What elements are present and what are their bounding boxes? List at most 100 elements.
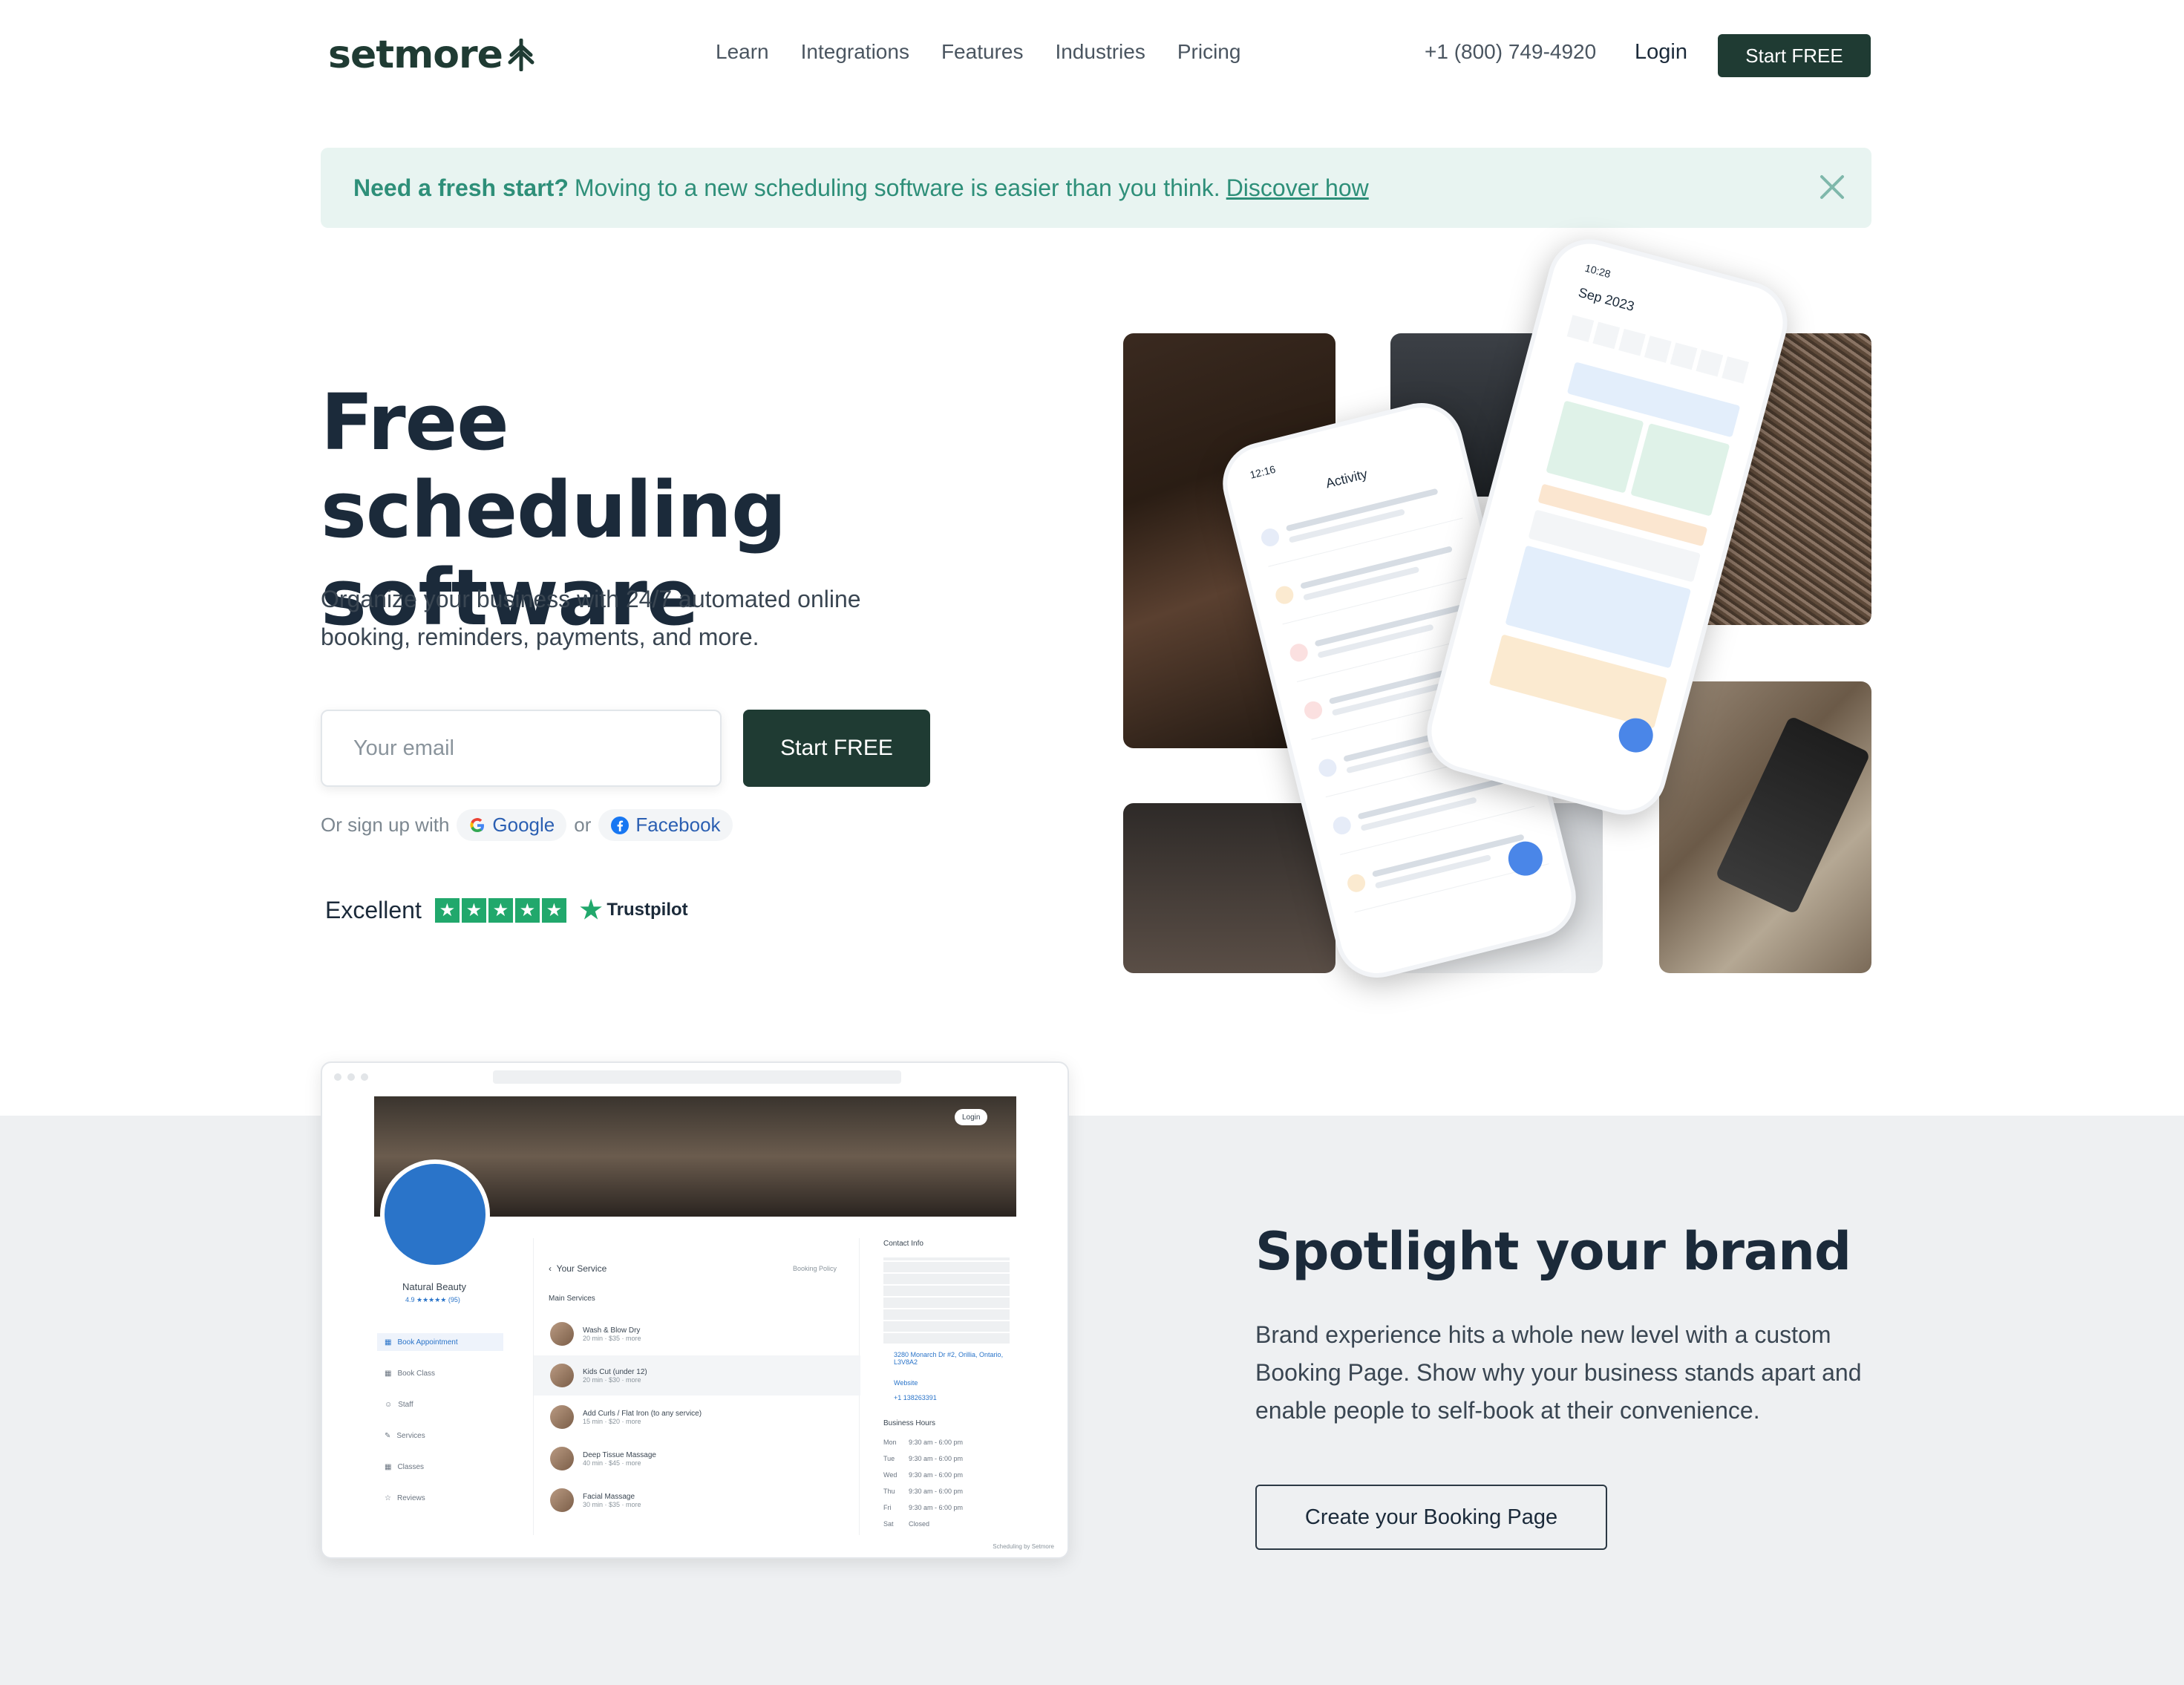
service-item[interactable]: Kids Cut (under 12) 20 min · $30 · more [534, 1355, 860, 1396]
service-name: Deep Tissue Massage [583, 1450, 656, 1459]
spotlight-text: Brand experience hits a whole new level … [1255, 1321, 1862, 1424]
star-icon: ★ [488, 897, 513, 923]
nav-link-industries[interactable]: Industries [1055, 40, 1145, 64]
service-item[interactable]: Facial Massage 30 min · $35 · more [534, 1480, 860, 1520]
trustpilot-label: Trustpilot [607, 900, 688, 920]
service-avatar [550, 1405, 574, 1429]
hours-time: 9:30 am - 6:00 pm [909, 1439, 964, 1446]
trustpilot-rating[interactable]: Excellent ★ ★ ★ ★ ★ ★ Trustpilot [325, 895, 688, 925]
spotlight-title: Spotlight your brand [1255, 1221, 1851, 1282]
hero-start-free-button[interactable]: Start FREE [743, 710, 930, 787]
sidebar-item-staff[interactable]: ☺ Staff [377, 1396, 503, 1413]
nav-start-free-button[interactable]: Start FREE [1718, 34, 1871, 77]
sidebar-label: Book Class [397, 1369, 436, 1378]
service-meta: 30 min · $35 · more [583, 1500, 641, 1508]
login-link[interactable]: Login [1635, 40, 1687, 65]
facebook-icon [611, 816, 630, 834]
logo[interactable]: setmore [328, 33, 535, 77]
booking-login-button[interactable]: Login [955, 1109, 988, 1125]
hours-time: 9:30 am - 6:00 pm [909, 1471, 964, 1479]
sidebar-item-classes[interactable]: ▦ Classes [377, 1458, 503, 1476]
nav-link-learn[interactable]: Learn [716, 40, 769, 64]
business-logo [380, 1159, 490, 1269]
banner-text: Moving to a new scheduling software is e… [574, 174, 1220, 201]
sidebar-label: Staff [398, 1400, 413, 1409]
nav-link-pricing[interactable]: Pricing [1177, 40, 1241, 64]
sidebar-label: Book Appointment [397, 1338, 458, 1347]
announcement-banner: Need a fresh start? Moving to a new sche… [321, 148, 1871, 228]
address-link[interactable]: 3280 Monarch Dr #2, Orillia, Ontario, L3… [894, 1351, 1013, 1366]
service-item[interactable]: Add Curls / Flat Iron (to any service) 15… [534, 1397, 860, 1437]
calendar-icon: ▦ [385, 1369, 392, 1378]
calendar-event [1630, 423, 1730, 517]
service-name: Kids Cut (under 12) [583, 1367, 647, 1376]
discover-how-link[interactable]: Discover how [1226, 174, 1369, 202]
trustpilot-logo: ★ Trustpilot [580, 895, 688, 925]
nav-link-features[interactable]: Features [941, 40, 1024, 64]
email-input[interactable]: Your email [321, 710, 722, 787]
booking-page-preview: Login Natural Beauty 4.9 ★★★★★ (95) ▦ Boo… [321, 1061, 1069, 1559]
signup-prefix: Or sign up with [321, 814, 450, 836]
trustpilot-star-icon: ★ [579, 896, 603, 924]
hero-photo-chair [1123, 803, 1335, 973]
social-signup: Or sign up with Google or Facebook [321, 809, 733, 841]
business-rating: 4.9 ★★★★★ (95) [405, 1296, 460, 1303]
service-meta: 40 min · $45 · more [583, 1459, 641, 1467]
hours-day: Thu [883, 1488, 895, 1495]
main-services-label: Main Services [549, 1295, 595, 1303]
sidebar-item-reviews[interactable]: ☆ Reviews [377, 1489, 503, 1507]
service-item[interactable]: Deep Tissue Massage 40 min · $45 · more [534, 1439, 860, 1479]
sidebar-item-services[interactable]: ✎ Services [377, 1427, 503, 1444]
facebook-signup-button[interactable]: Facebook [598, 809, 733, 841]
or-text: or [574, 814, 592, 836]
hours-day: Sat [883, 1520, 894, 1528]
hours-day: Wed [883, 1471, 898, 1479]
close-icon[interactable] [1815, 170, 1849, 204]
rating-stars: ★ ★ ★ ★ ★ [434, 897, 566, 923]
star-icon: ★ [541, 897, 566, 923]
service-item[interactable]: Wash & Blow Dry 20 min · $35 · more [534, 1314, 860, 1354]
phone-link[interactable]: +1 (800) 749-4920 [1425, 40, 1596, 64]
main-nav: Learn Integrations Features Industries P… [716, 40, 1240, 64]
business-hours-title: Business Hours [883, 1419, 936, 1427]
hours-day: Mon [883, 1439, 897, 1446]
service-meta: 15 min · $20 · more [583, 1417, 641, 1425]
phone-status-time: 12:16 [1248, 462, 1277, 481]
hero-photo-clipper [1659, 681, 1871, 973]
location-map[interactable] [883, 1257, 1010, 1344]
window-dot [347, 1073, 355, 1081]
hero-subtitle: Organize your business with 24/7 automat… [321, 586, 861, 650]
booking-policy-link[interactable]: Booking Policy [793, 1265, 837, 1272]
star-icon: ★ [514, 897, 540, 923]
create-booking-page-button[interactable]: Create your Booking Page [1255, 1485, 1607, 1550]
phone-status-time: 10:28 [1583, 261, 1612, 281]
calendar-month: Sep 2023 [1577, 284, 1636, 314]
website-link[interactable]: Website [894, 1379, 918, 1387]
nav-link-integrations[interactable]: Integrations [801, 40, 909, 64]
service-avatar [550, 1488, 574, 1512]
star-icon: ☆ [385, 1493, 391, 1502]
logo-text: setmore [328, 33, 503, 77]
hero-title-line-1: Free scheduling [321, 377, 786, 555]
sidebar-item-book-class[interactable]: ▦ Book Class [377, 1364, 503, 1382]
contact-info-title: Contact Info [883, 1240, 923, 1248]
service-avatar [550, 1322, 574, 1346]
service-panel: ‹ Your Service Booking Policy Main Servi… [533, 1238, 860, 1535]
sidebar-item-book-appointment[interactable]: ▦ Book Appointment [377, 1333, 503, 1351]
calendar-icon: ▦ [385, 1338, 392, 1347]
sidebar-label: Services [396, 1431, 425, 1440]
business-hours-list: Mon 9:30 am - 6:00 pm Tue 9:30 am - 6:00 p… [883, 1434, 963, 1532]
hours-time: 9:30 am - 6:00 pm [909, 1488, 964, 1495]
hours-day: Fri [883, 1504, 892, 1511]
banner-bold-text: Need a fresh start? [353, 174, 569, 201]
business-name: Natural Beauty [402, 1281, 466, 1292]
service-meta: 20 min · $35 · more [583, 1334, 641, 1342]
hours-time: Closed [909, 1520, 930, 1528]
service-meta: 20 min · $30 · more [583, 1375, 641, 1384]
star-icon: ★ [434, 897, 460, 923]
back-chevron-icon[interactable]: ‹ [549, 1263, 552, 1274]
service-avatar [550, 1447, 574, 1470]
star-icon: ★ [461, 897, 486, 923]
google-signup-button[interactable]: Google [457, 809, 567, 841]
phone-link[interactable]: +1 138263391 [894, 1394, 937, 1401]
